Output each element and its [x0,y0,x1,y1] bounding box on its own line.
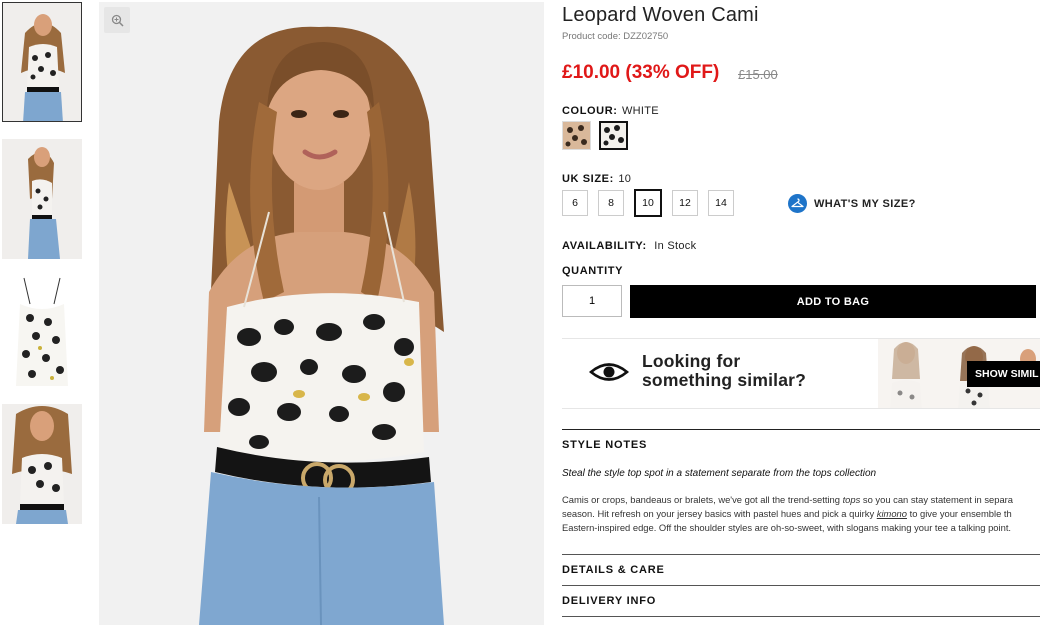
kimono-link[interactable]: kimono [877,508,907,519]
details-care-divider [562,554,1040,555]
style-notes-line-2: season. Hit refresh on your jersey basic… [562,508,1012,519]
similar-line-2: something similar? [642,370,807,390]
size-options: 6 8 10 12 14 [562,189,734,217]
colour-swatches [562,121,628,150]
whats-my-size-link[interactable]: WHAT'S MY SIZE? [788,194,916,213]
product-code: Product code: DZZ02750 [562,31,669,42]
style-notes-line-3: Eastern-inspired edge. Off the shoulder … [562,522,1012,533]
colour-label: COLOUR: [562,105,618,117]
thumbnail-side[interactable] [2,139,82,259]
quantity-input[interactable] [562,285,622,317]
product-title: Leopard Woven Cami [562,4,759,26]
similar-items-banner[interactable]: Looking for something similar? SHOW SIMI… [562,338,1040,409]
zoom-in-icon [111,14,124,27]
size-option-14[interactable]: 14 [708,190,734,216]
size-label-row: UK SIZE: 10 [562,169,631,187]
thumbnail-front[interactable] [2,2,82,122]
availability-value: In Stock [654,240,697,252]
tops-link[interactable]: tops [843,494,861,505]
original-price: £15.00 [738,67,778,82]
availability-label: AVAILABILITY: [562,240,647,252]
colour-value: WHITE [621,105,659,117]
size-option-6[interactable]: 6 [562,190,588,216]
similar-text: Looking for something similar? [642,352,806,390]
product-details: Leopard Woven Cami Product code: DZZ0275… [562,0,1040,625]
add-to-bag-button[interactable]: ADD TO BAG [630,285,1036,318]
style-notes-strapline: Steal the style top spot in a statement … [562,468,877,479]
whats-my-size-label: WHAT'S MY SIZE? [814,197,916,210]
bottom-divider [562,616,1040,617]
details-care-heading[interactable]: DETAILS & CARE [562,564,665,576]
style-notes-divider [562,429,1040,430]
main-product-image[interactable] [99,2,544,625]
size-option-10[interactable]: 10 [634,189,662,217]
size-label: UK SIZE: [562,173,614,185]
eye-icon [589,363,629,381]
similar-line-1: Looking for [642,351,741,371]
availability-row: AVAILABILITY: In Stock [562,236,696,254]
delivery-info-heading[interactable]: DELIVERY INFO [562,595,656,607]
style-notes-heading[interactable]: STYLE NOTES [562,439,647,451]
colour-label-row: COLOUR: WHITE [562,101,659,119]
model-illustration [99,2,544,625]
sale-price: £10.00 (33% OFF) [562,62,720,83]
swatch-leopard-nude[interactable] [562,121,591,150]
swatch-leopard-white[interactable] [599,121,628,150]
thumbnail-flat[interactable] [2,274,82,394]
zoom-button[interactable] [104,7,130,33]
size-value: 10 [618,173,632,185]
quantity-label: QUANTITY [562,265,624,277]
size-option-12[interactable]: 12 [672,190,698,216]
style-notes-body: Camis or crops, bandeaus or bralets, we'… [562,493,1040,535]
size-option-8[interactable]: 8 [598,190,624,216]
delivery-info-divider [562,585,1040,586]
thumbnail-closeup[interactable] [2,404,82,524]
style-notes-line-1: Camis or crops, bandeaus or bralets, we'… [562,494,1013,505]
show-similar-button[interactable]: SHOW SIMIL [967,361,1040,387]
hanger-icon [788,194,807,213]
